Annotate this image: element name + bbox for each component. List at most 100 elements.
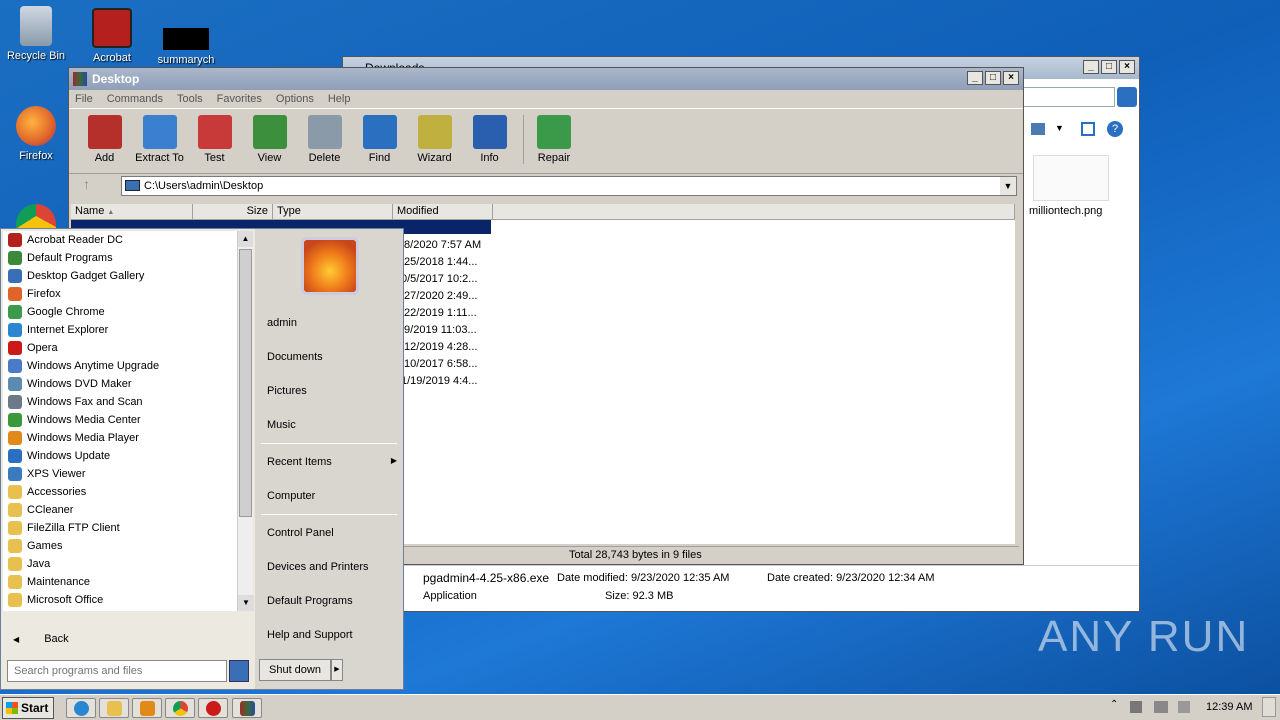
search-input[interactable] [7, 660, 227, 682]
scroll-thumb[interactable] [239, 249, 252, 517]
scrollbar[interactable]: ▲ ▼ [237, 231, 254, 611]
link-computer[interactable]: Computer [267, 490, 315, 502]
program-item[interactable]: Opera [3, 339, 253, 357]
network-icon[interactable] [1154, 701, 1168, 713]
taskbar-opera[interactable] [198, 698, 228, 718]
program-item[interactable]: Games [3, 537, 253, 555]
program-item[interactable]: Java [3, 555, 253, 573]
computer-icon [125, 180, 140, 191]
program-item[interactable]: Internet Explorer [3, 321, 253, 339]
scroll-up-arrow[interactable]: ▲ [238, 231, 253, 247]
link-control-panel[interactable]: Control Panel [267, 527, 334, 539]
shutdown-button[interactable]: Shut down [259, 659, 331, 681]
start-menu[interactable]: Acrobat Reader DC Default Programs Desktop… [0, 228, 404, 690]
program-item[interactable]: Maintenance [3, 573, 253, 591]
search-icon[interactable] [1117, 87, 1137, 107]
link-user[interactable]: admin [267, 317, 297, 329]
show-desktop-button[interactable] [1262, 697, 1276, 717]
back-button[interactable]: ◀ Back [3, 629, 251, 649]
link-devices-printers[interactable]: Devices and Printers [267, 561, 369, 573]
program-item[interactable]: Default Programs [3, 249, 253, 267]
program-item[interactable]: Firefox [3, 285, 253, 303]
program-item[interactable]: Windows DVD Maker [3, 375, 253, 393]
menu-help[interactable]: Help [328, 93, 351, 105]
program-item[interactable]: Acrobat Reader DC [3, 231, 253, 249]
toolbar-add-button[interactable]: Add [77, 115, 132, 164]
menu-commands[interactable]: Commands [107, 93, 163, 105]
link-pictures[interactable]: Pictures [267, 385, 307, 397]
toolbar-view-button[interactable]: View [242, 115, 297, 164]
start-button[interactable]: Start [2, 697, 54, 719]
thumbnail[interactable] [1033, 155, 1109, 201]
program-item[interactable]: CCleaner [3, 501, 253, 519]
taskbar-ie[interactable] [66, 698, 96, 718]
close-button[interactable]: × [1119, 60, 1135, 74]
column-modified[interactable]: Modified [393, 204, 493, 220]
program-item[interactable]: Google Chrome [3, 303, 253, 321]
clock[interactable]: 12:39 AM [1206, 701, 1252, 713]
column-name[interactable]: Name ▲ [71, 204, 193, 220]
menu-file[interactable]: File [75, 93, 93, 105]
anyrun-watermark: ANY RUN [1038, 612, 1250, 661]
program-item[interactable]: Windows Media Player [3, 429, 253, 447]
close-button[interactable]: × [1003, 71, 1019, 85]
program-item[interactable]: Windows Anytime Upgrade [3, 357, 253, 375]
summary-desktop-icon[interactable]: summarych [150, 28, 222, 66]
user-avatar[interactable] [301, 237, 359, 295]
column-name-label: Name [75, 205, 105, 217]
taskbar-winrar[interactable] [232, 698, 262, 718]
maximize-button[interactable]: □ [1101, 60, 1117, 74]
toolbar-wizard-button[interactable]: Wizard [407, 115, 462, 164]
program-item[interactable]: Windows Update [3, 447, 253, 465]
chevron-down-icon[interactable]: ▼ [1055, 123, 1064, 133]
menu-tools[interactable]: Tools [177, 93, 203, 105]
toolbar-info-button[interactable]: Info [462, 115, 517, 164]
menu-options[interactable]: Options [276, 93, 314, 105]
toolbar-test-button[interactable]: Test [187, 115, 242, 164]
toolbar-delete-button[interactable]: Delete [297, 115, 352, 164]
taskbar-media-player[interactable] [132, 698, 162, 718]
program-item[interactable]: Windows Fax and Scan [3, 393, 253, 411]
up-arrow-icon[interactable]: ↑ [83, 176, 90, 192]
flag-icon[interactable] [1178, 701, 1190, 713]
toolbar-extract-to-button[interactable]: Extract To [132, 115, 187, 164]
menu-favorites[interactable]: Favorites [217, 93, 262, 105]
file-label[interactable]: milliontech.png [1029, 205, 1102, 217]
program-item[interactable]: FileZilla FTP Client [3, 519, 253, 537]
link-music[interactable]: Music [267, 419, 296, 431]
link-recent-items[interactable]: Recent Items ▶ [267, 456, 397, 468]
program-item[interactable]: Windows Media Center [3, 411, 253, 429]
program-item[interactable]: XPS Viewer [3, 465, 253, 483]
program-item[interactable]: Accessories [3, 483, 253, 501]
recycle-bin-desktop-icon[interactable]: Recycle Bin [0, 6, 72, 62]
toolbar-repair-button[interactable]: Repair [523, 115, 578, 164]
chrome-desktop-icon[interactable] [16, 204, 56, 228]
view-icon[interactable] [1031, 123, 1045, 135]
volume-icon[interactable] [1130, 701, 1142, 713]
firefox-desktop-icon[interactable]: Firefox [0, 106, 72, 162]
search-icon[interactable] [229, 660, 249, 682]
column-type[interactable]: Type [273, 204, 393, 220]
acrobat-desktop-icon[interactable]: Acrobat [76, 8, 148, 64]
tray-chevron-icon[interactable]: ⌃ [1110, 699, 1118, 710]
taskbar-chrome[interactable] [165, 698, 195, 718]
search-box[interactable] [1023, 87, 1115, 107]
program-item[interactable]: Microsoft Office [3, 591, 253, 609]
link-documents[interactable]: Documents [267, 351, 323, 363]
help-icon[interactable]: ? [1107, 121, 1123, 137]
chevron-down-icon[interactable]: ▼ [1000, 177, 1016, 195]
toolbar-find-button[interactable]: Find [352, 115, 407, 164]
minimize-button[interactable]: _ [1083, 60, 1099, 74]
minimize-button[interactable]: _ [967, 71, 983, 85]
scroll-down-arrow[interactable]: ▼ [238, 595, 254, 611]
all-programs-list[interactable]: Acrobat Reader DC Default Programs Desktop… [3, 231, 253, 611]
taskbar-explorer[interactable] [99, 698, 129, 718]
program-item[interactable]: Desktop Gadget Gallery [3, 267, 253, 285]
link-default-programs[interactable]: Default Programs [267, 595, 353, 607]
column-size[interactable]: Size [193, 204, 273, 220]
maximize-button[interactable]: □ [985, 71, 1001, 85]
shutdown-options-button[interactable]: ▶ [331, 659, 343, 681]
preview-pane-icon[interactable] [1081, 122, 1095, 136]
address-bar[interactable]: C:\Users\admin\Desktop ▼ [121, 176, 1017, 196]
link-help-support[interactable]: Help and Support [267, 629, 353, 641]
